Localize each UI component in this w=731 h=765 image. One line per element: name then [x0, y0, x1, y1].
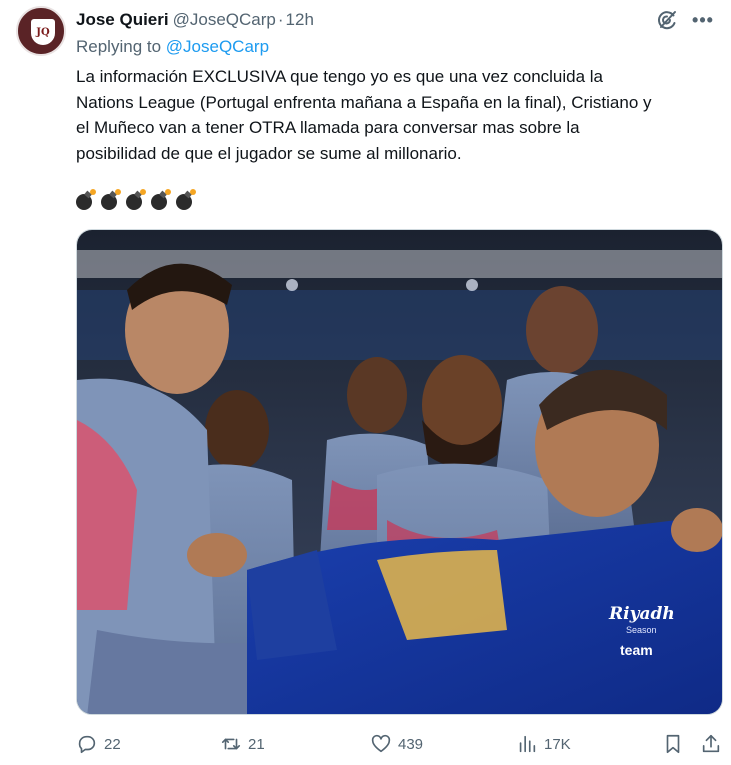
header-actions: •••: [655, 8, 715, 32]
bomb-emoji: [151, 189, 171, 210]
grok-icon[interactable]: [655, 8, 679, 32]
like-button[interactable]: 439: [370, 733, 423, 755]
jacket-sub-text: Season: [626, 625, 657, 635]
avatar-shield-icon: JQ: [31, 19, 55, 45]
author-handle[interactable]: @JoseQCarp: [173, 10, 276, 30]
bookmark-icon: [666, 734, 680, 754]
tweet-header: Jose Quieri @JoseQCarp · 12h •••: [76, 8, 715, 32]
more-options-icon[interactable]: •••: [691, 8, 715, 32]
bomb-emoji: [176, 189, 196, 210]
bookmark-button[interactable]: [662, 733, 684, 755]
jacket-team: team: [620, 642, 653, 658]
heart-icon: [371, 734, 391, 753]
bomb-emoji: [76, 189, 96, 210]
bomb-emoji: [101, 189, 121, 210]
share-button[interactable]: [700, 733, 722, 755]
jacket-logo: Riyadh: [609, 606, 675, 623]
replying-mention[interactable]: @JoseQCarp: [166, 37, 269, 56]
retweet-count: 21: [248, 735, 265, 753]
photo-overlay: Riyadh Season team: [77, 230, 722, 714]
author-name[interactable]: Jose Quieri: [76, 10, 169, 30]
replying-to: Replying to @JoseQCarp: [76, 37, 269, 57]
jacket-logo-text: Riyadh: [609, 604, 675, 624]
retweet-button[interactable]: 21: [220, 733, 265, 755]
jacket-team-text: team: [620, 642, 653, 658]
like-count: 439: [398, 735, 424, 753]
retweet-icon: [221, 738, 241, 750]
tweet-text: La información EXCLUSIVA que tengo yo es…: [76, 67, 652, 163]
replying-prefix: Replying to: [76, 37, 162, 56]
tweet-actions: 22 21 439 17K: [76, 730, 723, 758]
tweet-time[interactable]: 12h: [286, 10, 314, 30]
reply-button[interactable]: 22: [76, 733, 121, 755]
emoji-row: [76, 189, 196, 210]
jacket-sub: Season: [626, 625, 657, 635]
views-count: 17K: [544, 735, 571, 753]
reply-icon: [78, 735, 96, 754]
avatar[interactable]: JQ: [16, 6, 66, 56]
bomb-emoji: [126, 189, 146, 210]
reply-count: 22: [104, 735, 121, 753]
share-icon: [702, 734, 720, 753]
tweet-photo[interactable]: Riyadh Season team: [76, 229, 723, 715]
views-button[interactable]: 17K: [516, 733, 571, 755]
views-icon: [519, 735, 536, 753]
separator-dot: ·: [277, 10, 284, 29]
